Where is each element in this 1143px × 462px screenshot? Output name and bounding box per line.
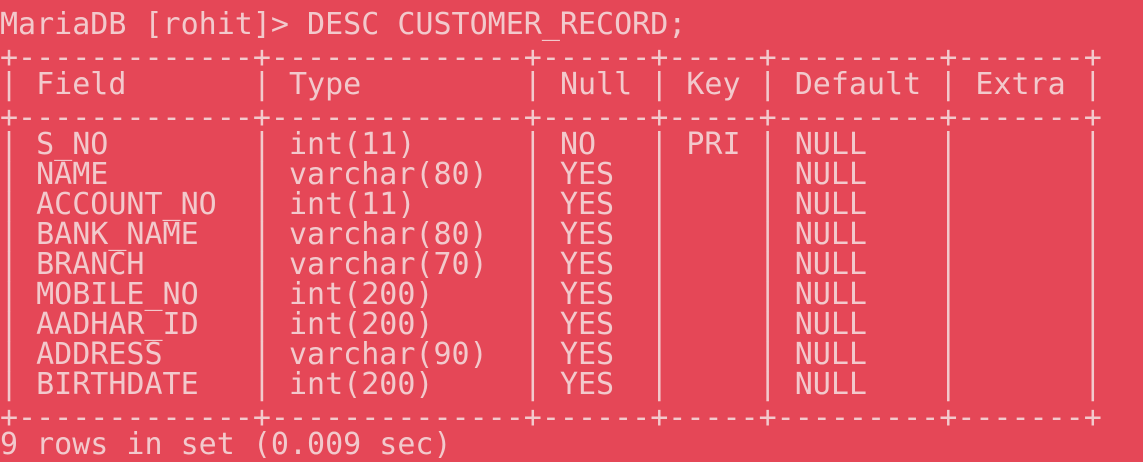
terminal-window[interactable]: MariaDB [rohit]> DESC CUSTOMER_RECORD; +… <box>0 0 1143 460</box>
prompt-line: MariaDB [rohit]> DESC CUSTOMER_RECORD; <box>0 10 1143 40</box>
sql-command: DESC CUSTOMER_RECORD; <box>307 7 687 42</box>
result-footer: 9 rows in set (0.009 sec) <box>0 427 452 462</box>
table-row: | MOBILE_NO | int(200) | YES | | NULL | … <box>0 277 1102 312</box>
table-row: | BIRTHDATE | int(200) | YES | | NULL | … <box>0 367 1102 402</box>
table-header-row: | Field | Type | Null | Key | Default | … <box>0 67 1102 102</box>
header-default: Default <box>794 67 922 102</box>
table-row: | ACCOUNT_NO | int(11) | YES | | NULL | … <box>0 187 1102 222</box>
table-row: | AADHAR_ID | int(200) | YES | | NULL | … <box>0 307 1102 342</box>
header-field: Field <box>36 67 127 102</box>
header-type: Type <box>289 67 362 102</box>
header-null: Null <box>559 67 633 102</box>
table-row: | S_NO | int(11) | NO | PRI | NULL | | <box>0 127 1102 162</box>
table-row: | BANK_NAME | varchar(80) | YES | | NULL… <box>0 217 1102 252</box>
table-row: | ADDRESS | varchar(90) | YES | | NULL |… <box>0 337 1102 372</box>
header-key: Key <box>686 67 741 102</box>
cell-type: int(200) <box>289 367 434 402</box>
table-row: | NAME | varchar(80) | YES | | NULL | | <box>0 157 1102 192</box>
header-extra: Extra <box>975 67 1066 102</box>
cell-field: BIRTHDATE <box>36 367 199 402</box>
cell-null: YES <box>559 367 615 402</box>
shell-prompt: MariaDB [rohit]> <box>0 7 308 42</box>
table-row: | BRANCH | varchar(70) | YES | | NULL | … <box>0 247 1102 282</box>
cell-default: NULL <box>794 367 867 402</box>
